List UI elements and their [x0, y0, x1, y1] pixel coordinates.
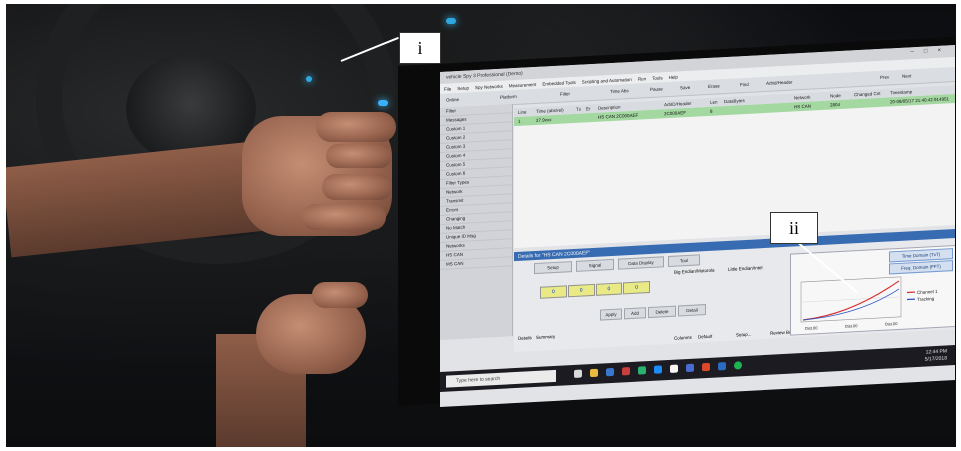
callout-i-label: i	[399, 32, 441, 64]
endian-option-big[interactable]: Big Endian/Motorola	[674, 268, 715, 275]
toolbar-online[interactable]: Online	[446, 97, 459, 103]
delete-button[interactable]: Delete	[648, 305, 676, 319]
menu-item[interactable]: Setup	[457, 85, 469, 91]
setup-button[interactable]: Setup...	[736, 332, 752, 338]
details-signal-button[interactable]: Signal	[576, 258, 614, 272]
column-header[interactable]: Tx	[576, 107, 581, 112]
file-explorer-icon[interactable]	[590, 368, 598, 378]
add-button[interactable]: Add	[624, 307, 646, 320]
toolbar-filter[interactable]: Filter	[560, 91, 570, 97]
message-grid: Line Time (abs/rel) Tx Er Description Ar…	[514, 85, 955, 249]
column-header[interactable]: Len	[710, 99, 718, 104]
apply-button[interactable]: Apply	[600, 308, 622, 321]
column-header[interactable]: Time (abs/rel)	[536, 108, 564, 114]
menu-item[interactable]: Embedded Tools	[542, 79, 575, 86]
chrome-icon[interactable]	[638, 366, 646, 375]
toolbar-prev[interactable]: Prev	[880, 74, 889, 79]
column-header[interactable]: Line	[518, 109, 527, 114]
menu-item[interactable]: Help	[669, 74, 678, 79]
legend-tracking: Tracking	[917, 296, 935, 302]
system-clock[interactable]: 12:44 PM 5/17/2018	[925, 348, 947, 363]
cell: HS CAN	[794, 103, 812, 110]
column-header[interactable]: Timestamp	[890, 89, 912, 95]
column-header[interactable]: Er	[586, 106, 591, 111]
finger	[326, 144, 392, 168]
menu-item[interactable]: Tools	[652, 75, 663, 81]
finger	[316, 112, 396, 142]
column-header[interactable]: Description	[598, 105, 621, 111]
detail-button[interactable]: Detail	[678, 304, 706, 317]
x-tick-label: Dist.00	[845, 323, 858, 329]
details-setup-button[interactable]: Setup	[534, 261, 572, 275]
endian-option-little[interactable]: Little Endian/Intel	[728, 265, 763, 272]
cell: 27.9xxx	[536, 117, 552, 123]
task-view-icon[interactable]	[574, 369, 582, 378]
cell: HS CAN 2C000AEF	[598, 112, 639, 120]
vehicle-spy-screen: vehicle Spy 3 Professional (Demo) –□× Fi…	[440, 45, 955, 407]
toolbar-arbid[interactable]: Arbid/Header	[766, 80, 793, 86]
columns-select[interactable]: Default	[698, 334, 712, 340]
toolbar-pause[interactable]: Pause	[650, 86, 663, 92]
app-icon[interactable]	[654, 365, 662, 374]
column-header[interactable]: Network	[794, 95, 811, 101]
callout-ii-label: ii	[770, 212, 818, 244]
finger	[312, 282, 368, 308]
details-data-display-button[interactable]: Data Display	[618, 256, 664, 270]
byte-cell[interactable]: 0	[595, 282, 623, 296]
tab-details[interactable]: Details	[518, 335, 532, 341]
gauge-light	[378, 100, 388, 106]
cell: 2804	[830, 102, 841, 108]
byte-cell[interactable]: 0	[623, 280, 650, 295]
columns-label: Columns	[674, 334, 692, 341]
byte-editor[interactable]: 0 0 0 0	[540, 280, 650, 299]
clock-date: 5/17/2018	[924, 355, 947, 363]
window-title: vehicle Spy 3 Professional (Demo)	[446, 70, 523, 81]
toolbar-find[interactable]: Find	[740, 82, 749, 87]
menu-item[interactable]: Scripting and Automation	[582, 76, 632, 84]
toolbar-save[interactable]: Save	[680, 85, 690, 91]
toolbar-platform[interactable]: Platform	[500, 94, 517, 100]
toolbar-erase[interactable]: Erase	[708, 83, 720, 89]
app-icon[interactable]	[670, 364, 678, 373]
cell: 2C000AEF	[664, 110, 687, 117]
spotify-icon[interactable]	[734, 361, 742, 370]
app-icon[interactable]	[702, 362, 710, 372]
menu-item[interactable]: Measurement	[509, 81, 537, 87]
x-tick-label: Dist.00	[805, 325, 818, 331]
app-icon[interactable]	[622, 367, 630, 376]
app-icon[interactable]	[686, 363, 694, 373]
details-title: Details for "HS CAN 2C000AEF"	[518, 250, 591, 260]
browser-icon[interactable]	[606, 367, 614, 377]
finger	[302, 204, 386, 230]
legend-channel1: Channel 1	[917, 289, 938, 295]
taskbar-search[interactable]: Type here to search	[446, 369, 556, 388]
column-header[interactable]: Node	[830, 93, 841, 99]
details-tool-button[interactable]: Tool	[668, 254, 700, 268]
tab-summary[interactable]: Summary	[536, 334, 555, 340]
window-controls[interactable]: –□×	[911, 47, 951, 55]
menu-item[interactable]: Run	[638, 76, 646, 81]
signal-plot[interactable]: Channel 1 Tracking Dist.00 Dist.00 Dist.…	[791, 268, 955, 335]
finger	[322, 174, 392, 200]
menu-item[interactable]: File	[444, 86, 451, 91]
toolbar-next[interactable]: Next	[902, 73, 911, 78]
gauge-light	[306, 76, 312, 82]
column-header[interactable]: ArbID/Header	[664, 101, 692, 107]
x-tick-label: Dist.00	[885, 321, 898, 327]
byte-cell[interactable]: 0	[567, 283, 595, 298]
cell: 8	[710, 108, 713, 114]
cell: 1	[518, 118, 521, 124]
column-header[interactable]: Changed Cnt	[854, 91, 881, 97]
app-icon[interactable]	[718, 362, 726, 371]
gauge-light	[446, 18, 456, 24]
filter-sidebar: Filter Messages Custom 1 Custom 2 Custom…	[440, 104, 513, 341]
menu-item[interactable]: Spy Networks	[475, 83, 503, 89]
byte-cell[interactable]: 0	[540, 285, 567, 299]
column-header[interactable]: DataBytes	[724, 98, 745, 104]
cell: 20-08/05/17 21:40:42.914951	[890, 96, 950, 105]
photograph: i vehicle Spy 3 Professional (Demo) –□× …	[6, 4, 956, 447]
toolbar-time-abs[interactable]: Time Abs	[610, 88, 629, 94]
